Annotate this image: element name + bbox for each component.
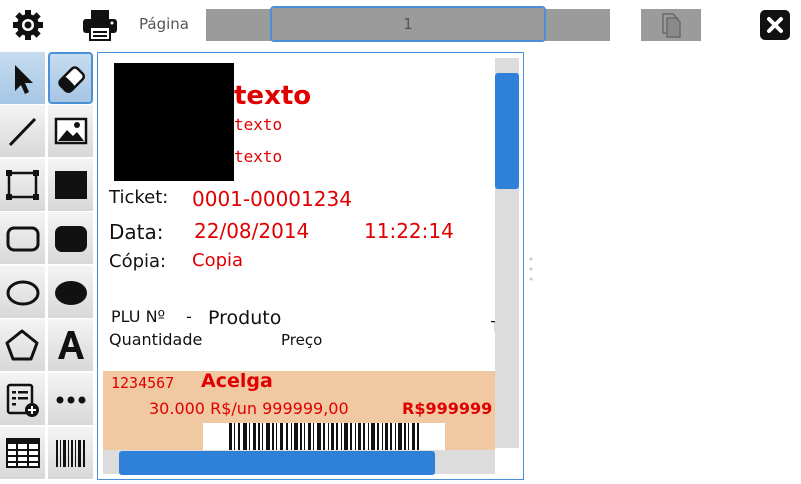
gear-icon[interactable] — [12, 9, 44, 41]
ellipse-outline-icon — [6, 280, 40, 306]
eraser-icon — [58, 66, 86, 94]
copy-value[interactable]: Copia — [192, 250, 243, 271]
more-tool[interactable] — [48, 373, 93, 425]
filled-rounded-rectangle-tool[interactable] — [48, 212, 93, 264]
add-field-tool[interactable] — [0, 373, 45, 425]
list-add-icon — [6, 383, 39, 417]
ticket-label[interactable]: Ticket: — [109, 187, 168, 208]
page-label: Página — [139, 15, 189, 33]
select-tool[interactable] — [0, 52, 45, 104]
table-tool[interactable] — [0, 427, 45, 479]
rectangle-filled-icon — [55, 171, 87, 199]
close-button[interactable] — [760, 10, 790, 40]
rounded-rectangle-filled-icon — [55, 226, 87, 252]
barcode-graphic — [229, 423, 419, 453]
filled-rectangle-tool[interactable] — [48, 159, 93, 211]
line-icon — [8, 117, 37, 147]
item-quantity-unit-price[interactable]: 30.000 R$/un 999999,00 — [149, 399, 349, 418]
vertical-scrollbar-thumb[interactable] — [495, 73, 519, 189]
rounded-rectangle-tool[interactable] — [0, 212, 45, 264]
rounded-rectangle-outline-icon — [6, 226, 40, 252]
column-plu-header[interactable]: PLU Nº — [111, 307, 165, 326]
polygon-tool[interactable] — [0, 319, 45, 371]
header-line-2[interactable]: texto — [234, 115, 282, 134]
ticket-canvas[interactable]: texto texto texto Ticket: 0001-00001234 … — [97, 52, 524, 480]
date-label[interactable]: Data: — [109, 220, 164, 244]
ticket-value[interactable]: 0001-00001234 — [192, 187, 352, 211]
column-product-header[interactable]: Produto — [208, 307, 281, 329]
cursor-arrow-icon — [15, 65, 33, 94]
printer-icon[interactable] — [82, 9, 118, 41]
item-plu[interactable]: 1234567 — [111, 374, 174, 392]
line-tool[interactable] — [0, 105, 45, 157]
close-icon — [767, 17, 783, 33]
date-value[interactable]: 22/08/2014 — [194, 219, 309, 243]
column-price-header[interactable]: Preço — [281, 331, 322, 349]
eraser-tool[interactable] — [48, 52, 93, 104]
tool-palette — [0, 52, 95, 484]
column-separator[interactable]: - — [186, 307, 192, 326]
rectangle-tool[interactable] — [0, 159, 45, 211]
horizontal-scrollbar-thumb[interactable] — [119, 451, 435, 475]
image-tool[interactable] — [48, 105, 93, 157]
text-tool[interactable] — [48, 319, 93, 371]
duplicate-page-button[interactable] — [641, 9, 701, 41]
page-number-input[interactable]: 1 — [270, 6, 546, 42]
item-total[interactable]: R$999999 — [402, 399, 495, 418]
column-quantity-header[interactable]: Quantidade — [109, 330, 202, 349]
item-name[interactable]: Acelga — [201, 370, 273, 392]
item-barcode[interactable] — [203, 423, 445, 453]
barcode-tool[interactable] — [48, 427, 93, 479]
ellipse-tool[interactable] — [0, 266, 45, 318]
table-icon — [6, 438, 40, 468]
resize-handle-icon[interactable] — [529, 256, 533, 282]
text-a-icon — [58, 331, 84, 359]
ellipse-filled-icon — [55, 281, 87, 305]
copy-pages-icon — [662, 13, 681, 38]
time-value[interactable]: 11:22:14 — [364, 219, 454, 243]
image-icon — [54, 117, 88, 145]
top-toolbar: Página 1 — [0, 0, 801, 50]
logo-placeholder[interactable] — [114, 63, 234, 181]
barcode-icon — [56, 440, 85, 467]
header-title[interactable]: texto — [234, 81, 311, 111]
copy-label[interactable]: Cópia: — [109, 251, 166, 272]
filled-ellipse-tool[interactable] — [48, 266, 93, 318]
ellipsis-icon — [56, 396, 86, 404]
header-line-3[interactable]: texto — [234, 147, 282, 166]
rectangle-outline-icon — [6, 170, 39, 200]
pentagon-icon — [5, 329, 39, 361]
